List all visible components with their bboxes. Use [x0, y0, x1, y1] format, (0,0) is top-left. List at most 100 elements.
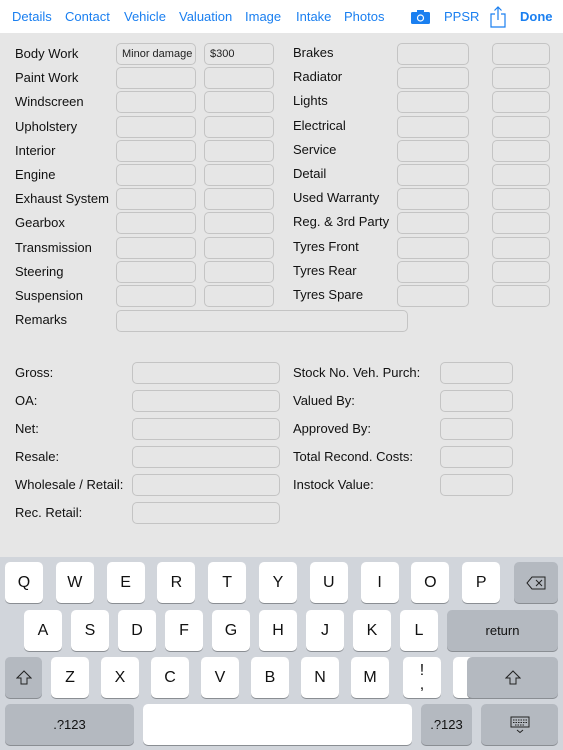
condition-description-field[interactable] [116, 115, 196, 138]
space-key[interactable] [143, 704, 412, 745]
key-r[interactable]: R [157, 562, 196, 603]
condition-description-field[interactable] [397, 139, 469, 162]
condition-description-field[interactable] [397, 67, 469, 90]
valuation-field[interactable] [132, 390, 280, 412]
condition-cost-field[interactable] [492, 115, 550, 138]
condition-description-field[interactable] [397, 285, 469, 307]
condition-cost-field[interactable] [492, 212, 550, 235]
condition-cost-field[interactable] [204, 285, 274, 307]
key-x[interactable]: X [101, 657, 139, 698]
key-u[interactable]: U [309, 562, 348, 603]
valuation-field[interactable] [132, 362, 280, 384]
key-w[interactable]: W [55, 562, 94, 603]
condition-description-field[interactable]: Minor damage [116, 43, 196, 65]
condition-description-field[interactable] [397, 260, 469, 283]
key-c[interactable]: C [151, 657, 189, 698]
condition-cost-field[interactable] [204, 67, 274, 90]
key-q[interactable]: Q [5, 562, 43, 603]
tab-valuation[interactable]: Valuation [179, 9, 232, 24]
remarks-field[interactable] [116, 310, 408, 332]
condition-cost-field[interactable] [492, 164, 550, 186]
condition-cost-field[interactable] [204, 91, 274, 114]
numbers-key-left[interactable]: .?123 [5, 704, 134, 745]
key-h[interactable]: H [259, 610, 297, 651]
key-l[interactable]: L [400, 610, 438, 651]
tab-intake[interactable]: Intake [296, 9, 331, 24]
condition-cost-field[interactable] [492, 43, 550, 65]
condition-cost-field[interactable] [492, 91, 550, 114]
key-j[interactable]: J [306, 610, 344, 651]
key-p[interactable]: P [462, 562, 501, 603]
tab-photos[interactable]: Photos [344, 9, 384, 24]
tab-image[interactable]: Image [245, 9, 281, 24]
camera-icon[interactable] [411, 9, 430, 27]
condition-description-field[interactable] [116, 91, 196, 114]
condition-cost-field[interactable] [204, 164, 274, 186]
condition-cost-field[interactable] [204, 236, 274, 259]
condition-cost-field[interactable] [492, 236, 550, 259]
return-key[interactable]: return [447, 610, 558, 651]
condition-description-field[interactable] [397, 43, 469, 65]
key-a[interactable]: A [24, 610, 62, 651]
valuation-field[interactable] [440, 362, 513, 384]
condition-description-field[interactable] [116, 139, 196, 162]
key-y[interactable]: Y [259, 562, 297, 603]
condition-description-field[interactable] [397, 212, 469, 235]
condition-description-field[interactable] [116, 260, 196, 283]
condition-description-field[interactable] [116, 212, 196, 235]
key-t[interactable]: T [208, 562, 247, 603]
condition-description-field[interactable] [397, 91, 469, 114]
backspace-key[interactable] [514, 562, 558, 603]
condition-cost-field[interactable] [492, 285, 550, 307]
condition-description-field[interactable] [397, 115, 469, 138]
valuation-field[interactable] [440, 446, 513, 468]
condition-description-field[interactable] [116, 67, 196, 90]
key-b[interactable]: B [251, 657, 289, 698]
key-k[interactable]: K [353, 610, 391, 651]
key-f[interactable]: F [165, 610, 203, 651]
condition-cost-field[interactable] [492, 188, 550, 211]
condition-cost-field[interactable] [204, 115, 274, 138]
condition-cost-field[interactable] [204, 139, 274, 162]
key-v[interactable]: V [201, 657, 239, 698]
condition-description-field[interactable] [116, 236, 196, 259]
condition-cost-field[interactable] [492, 67, 550, 90]
key-o[interactable]: O [411, 562, 450, 603]
valuation-field[interactable] [440, 418, 513, 440]
key-g[interactable]: G [212, 610, 250, 651]
key-exclaim-comma[interactable]: !, [403, 657, 441, 698]
key-e[interactable]: E [106, 562, 145, 603]
condition-description-field[interactable] [116, 188, 196, 211]
shift-key-left[interactable] [5, 657, 42, 698]
condition-description-field[interactable] [397, 188, 469, 211]
key-s[interactable]: S [71, 610, 109, 651]
condition-description-field[interactable] [116, 164, 196, 186]
valuation-field[interactable] [132, 502, 280, 524]
valuation-field[interactable] [132, 446, 280, 468]
hide-keyboard-key[interactable] [481, 704, 558, 745]
key-i[interactable]: I [360, 562, 399, 603]
tab-contact[interactable]: Contact [65, 9, 110, 24]
condition-description-field[interactable] [397, 164, 469, 186]
valuation-field[interactable] [440, 474, 513, 496]
valuation-field[interactable] [132, 474, 280, 496]
ppsr-button[interactable]: PPSR [444, 9, 479, 24]
condition-cost-field[interactable] [204, 212, 274, 235]
key-d[interactable]: D [118, 610, 156, 651]
key-n[interactable]: N [301, 657, 339, 698]
condition-cost-field[interactable] [204, 260, 274, 283]
condition-cost-field[interactable] [492, 139, 550, 162]
key-m[interactable]: M [351, 657, 389, 698]
key-z[interactable]: Z [51, 657, 89, 698]
shift-key-right[interactable] [467, 657, 558, 698]
condition-description-field[interactable] [397, 236, 469, 259]
condition-cost-field[interactable] [492, 260, 550, 283]
condition-cost-field[interactable]: $300 [204, 43, 274, 65]
tab-vehicle[interactable]: Vehicle [124, 9, 166, 24]
valuation-field[interactable] [440, 390, 513, 412]
tab-details[interactable]: Details [12, 9, 52, 24]
numbers-key-right[interactable]: .?123 [421, 704, 472, 745]
condition-cost-field[interactable] [204, 188, 274, 211]
share-icon[interactable] [490, 6, 506, 31]
condition-description-field[interactable] [116, 285, 196, 307]
